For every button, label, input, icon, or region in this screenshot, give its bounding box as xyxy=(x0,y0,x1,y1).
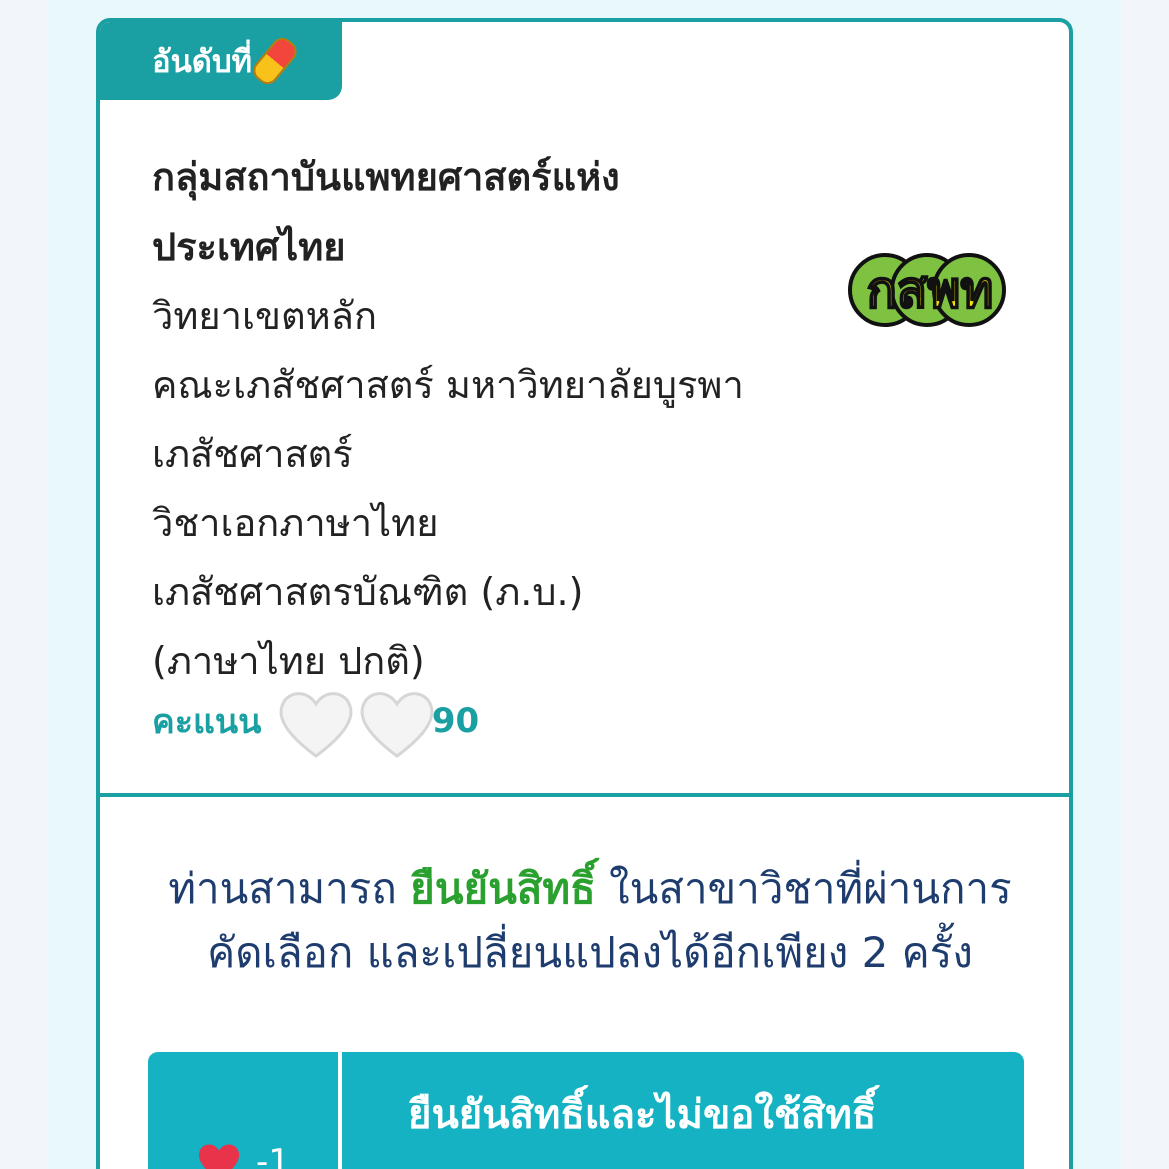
campus: วิทยาเขตหลัก xyxy=(152,294,377,338)
rank-label: อันดับที่ xyxy=(152,44,253,80)
score-label: คะแนน xyxy=(152,702,262,742)
cost-indicator: -1 xyxy=(148,1052,338,1169)
section-divider xyxy=(100,793,1069,797)
notice-prefix: ท่านสามารถ xyxy=(168,864,411,913)
degree: เภสัชศาสตรบัณฑิต (ภ.บ.) xyxy=(152,570,584,614)
program-info: กลุ่มสถาบันแพทยศาสตร์แห่ง ประเทศไทย วิทย… xyxy=(152,142,832,696)
confirm-no-use-button[interactable]: -1 ยืนยันสิทธิ์และไม่ขอใช้สิทธิ์ xyxy=(148,1052,1024,1169)
notice-suffix: ในสาขาวิชาที่ผ่านการ xyxy=(595,864,1012,913)
button-label: ยืนยันสิทธิ์และไม่ขอใช้สิทธิ์ xyxy=(408,1092,877,1138)
red-heart-icon xyxy=(198,1144,240,1169)
institution-name-line1: กลุ่มสถาบันแพทยศาสตร์แห่ง xyxy=(152,155,620,199)
gsat-logo: กสพท xyxy=(848,253,1006,327)
cost-value: -1 xyxy=(256,1142,290,1169)
notice-line2: คัดเลือก และเปลี่ยนแปลงได้อีกเพียง 2 ครั… xyxy=(207,928,973,977)
major: วิชาเอกภาษาไทย xyxy=(152,501,439,545)
notice-highlight: ยืนยันสิทธิ์ xyxy=(410,864,596,913)
track: (ภาษาไทย ปกติ) xyxy=(152,639,425,683)
institution-name-line2: ประเทศไทย xyxy=(152,225,346,269)
logo-text: กสพท xyxy=(867,261,994,319)
rank-tab: อันดับที่ xyxy=(100,22,342,100)
faculty: คณะเภสัชศาสตร์ มหาวิทยาลัยบูรพา xyxy=(152,363,744,407)
pill-icon xyxy=(249,33,302,89)
department: เภสัชศาสตร์ xyxy=(152,432,353,476)
confirm-notice: ท่านสามารถ ยืนยันสิทธิ์ ในสาขาวิชาที่ผ่า… xyxy=(140,857,1040,985)
white-heart-icon xyxy=(279,692,353,758)
button-separator xyxy=(338,1052,342,1169)
white-heart-icon xyxy=(360,692,434,758)
program-card: อันดับที่ กลุ่มสถาบันแพทยศาสตร์แห่ง ประเ… xyxy=(96,18,1073,1169)
